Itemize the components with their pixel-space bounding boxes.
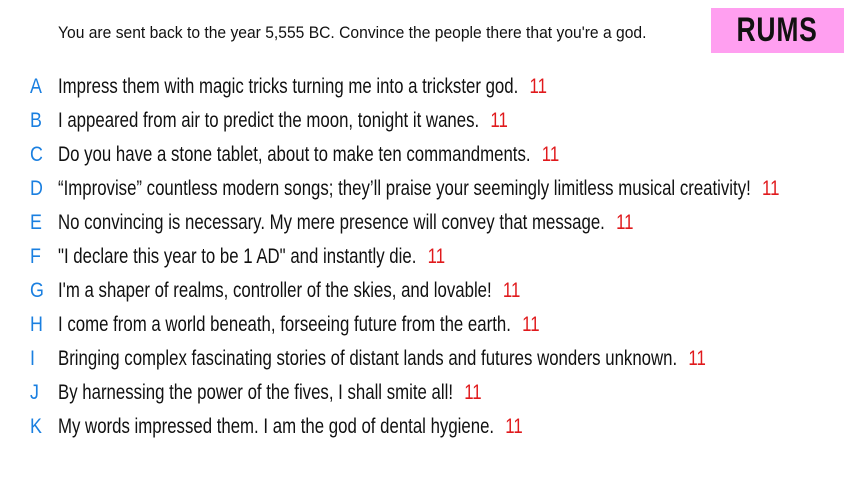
answer-letter: B bbox=[30, 109, 42, 132]
answer-score: 11 bbox=[616, 211, 634, 234]
answer-row-a[interactable]: A Impress them with magic tricks turning… bbox=[0, 70, 853, 104]
answer-row-h[interactable]: H I come from a world beneath, forseeing… bbox=[0, 308, 853, 342]
answer-row-g[interactable]: G I'm a shaper of realms, controller of … bbox=[0, 274, 853, 308]
answer-line: My words impressed them. I am the god of… bbox=[58, 414, 523, 440]
answer-row-e[interactable]: E No convincing is necessary. My mere pr… bbox=[0, 206, 853, 240]
answer-line: No convincing is necessary. My mere pres… bbox=[58, 210, 634, 236]
answer-line: I come from a world beneath, forseeing f… bbox=[58, 312, 540, 338]
answer-row-j[interactable]: J By harnessing the power of the fives, … bbox=[0, 376, 853, 410]
question-prompt: You are sent back to the year 5,555 BC. … bbox=[58, 23, 647, 42]
answer-row-i[interactable]: I Bringing complex fascinating stories o… bbox=[0, 342, 853, 376]
answer-row-b[interactable]: B I appeared from air to predict the moo… bbox=[0, 104, 853, 138]
answer-text: "I declare this year to be 1 AD" and ins… bbox=[58, 245, 417, 268]
answer-row-f[interactable]: F "I declare this year to be 1 AD" and i… bbox=[0, 240, 853, 274]
rums-logo: RUMS bbox=[711, 8, 844, 53]
answer-score: 11 bbox=[427, 245, 446, 268]
answer-line: Do you have a stone tablet, about to mak… bbox=[58, 142, 559, 168]
answer-line: Bringing complex fascinating stories of … bbox=[58, 346, 706, 372]
answer-letter: F bbox=[30, 245, 41, 268]
answer-letter: C bbox=[30, 143, 43, 166]
answer-text: “Improvise” countless modern songs; they… bbox=[58, 177, 751, 200]
answer-text: My words impressed them. I am the god of… bbox=[58, 415, 495, 438]
answer-row-d[interactable]: D “Improvise” countless modern songs; th… bbox=[0, 172, 853, 206]
answer-row-k[interactable]: K My words impressed them. I am the god … bbox=[0, 410, 853, 444]
answer-text: Do you have a stone tablet, about to mak… bbox=[58, 143, 531, 166]
answer-text: Impress them with magic tricks turning m… bbox=[58, 75, 519, 98]
answer-score: 11 bbox=[502, 279, 521, 302]
answer-text: I come from a world beneath, forseeing f… bbox=[58, 313, 511, 336]
logo-text: RUMS bbox=[736, 11, 819, 49]
answer-line: I appeared from air to predict the moon,… bbox=[58, 108, 508, 134]
answer-letter: I bbox=[30, 347, 35, 370]
answer-letter: J bbox=[30, 381, 39, 404]
answer-line: Impress them with magic tricks turning m… bbox=[58, 74, 547, 100]
answer-text: I appeared from air to predict the moon,… bbox=[58, 109, 480, 132]
answer-score: 11 bbox=[688, 347, 706, 370]
answer-line: "I declare this year to be 1 AD" and ins… bbox=[58, 244, 445, 270]
answer-row-c[interactable]: C Do you have a stone tablet, about to m… bbox=[0, 138, 853, 172]
answer-letter: D bbox=[30, 177, 43, 200]
answer-score: 11 bbox=[522, 313, 540, 336]
answer-text: By harnessing the power of the fives, I … bbox=[58, 381, 453, 404]
answer-letter: H bbox=[30, 313, 43, 336]
answer-letter: G bbox=[30, 279, 44, 302]
answer-line: By harnessing the power of the fives, I … bbox=[58, 380, 482, 406]
answer-score: 11 bbox=[541, 143, 560, 166]
answer-letter: A bbox=[30, 75, 42, 98]
answer-list: A Impress them with magic tricks turning… bbox=[0, 70, 853, 444]
answer-text: I'm a shaper of realms, controller of th… bbox=[58, 279, 492, 302]
answer-score: 11 bbox=[761, 177, 780, 200]
answer-letter: K bbox=[30, 415, 42, 438]
answer-text: Bringing complex fascinating stories of … bbox=[58, 347, 678, 370]
answer-score: 11 bbox=[464, 381, 482, 404]
answer-letter: E bbox=[30, 211, 42, 234]
answer-text: No convincing is necessary. My mere pres… bbox=[58, 211, 605, 234]
answer-score: 11 bbox=[529, 75, 547, 98]
answer-score: 11 bbox=[490, 109, 508, 132]
answer-line: I'm a shaper of realms, controller of th… bbox=[58, 278, 520, 304]
answer-score: 11 bbox=[505, 415, 523, 438]
answer-line: “Improvise” countless modern songs; they… bbox=[58, 176, 779, 202]
